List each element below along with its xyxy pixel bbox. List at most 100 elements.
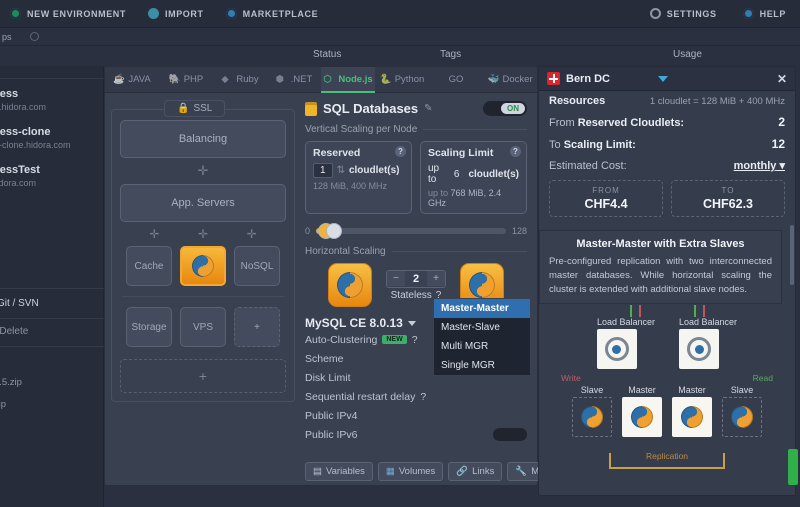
delete-label: Delete [0,326,28,337]
help-icon[interactable]: ? [395,146,406,157]
slider-track[interactable] [316,228,506,234]
ssl-label: SSL [193,103,212,114]
volumes-button[interactable]: ▦ Volumes [378,462,443,481]
variables-button[interactable]: ▤ Variables [305,462,373,481]
scrollbar[interactable] [790,225,794,285]
slider-knob-limit[interactable] [326,223,342,239]
balancing-node-button[interactable]: Balancing [120,120,286,158]
cost-from-value: CHF4.4 [555,197,657,211]
vertical-scaling-legend: Vertical Scaling per Node [305,124,527,135]
reserved-cloudlets-input[interactable]: 1 [313,163,333,178]
import-button[interactable]: IMPORT [148,8,204,19]
nodejs-icon: ⬡ [323,74,334,85]
marketplace-button[interactable]: MARKETPLACE [226,8,319,19]
tab-go[interactable]: GO [429,67,483,93]
tab-ruby[interactable]: ◆ Ruby [213,67,267,93]
docker-icon: 🐳 [487,74,498,85]
node-count-stepper[interactable]: − 2 + [386,270,446,288]
bern-dc-panel: Bern DC ✕ Resources 1 cloudlet = 128 MiB… [538,66,796,496]
tab-python[interactable]: 🐍 Python [375,67,429,93]
tab-java[interactable]: ☕ JAVA [105,67,159,93]
sql-databases-toggle[interactable]: ON [483,101,527,116]
mysql-icon [731,406,753,428]
add-between-icon[interactable]: ✛ [120,163,286,179]
from-reserved-label: Reserved Cloudlets: [578,117,684,129]
tab-nodejs[interactable]: ⬡ Node.js [321,67,375,93]
increment-button[interactable]: + [427,271,445,286]
help-icon[interactable]: ? [420,391,426,403]
period-select[interactable]: monthly ▾ [734,159,785,172]
chevron-down-icon [408,321,416,326]
import-label: IMPORT [165,9,204,19]
db-node-1[interactable] [328,263,372,307]
links-button[interactable]: 🔗 Links [448,462,502,481]
slave-node-left: Slave [572,385,612,437]
scaling-limit-card: Scaling Limit ? up to 6 cloudlet(s) up t… [420,141,527,214]
add-nosql-icon[interactable]: ✛ [247,227,257,241]
file-item[interactable]: s-4.5.zip [0,377,22,388]
settings-button[interactable]: SETTINGS [650,8,717,19]
read-label: Read [753,373,773,383]
add-cache-icon[interactable]: ✛ [149,227,159,241]
from-reserved-row: From Reserved Cloudlets: 2 [539,111,795,133]
decrement-button[interactable]: − [387,271,405,286]
to-limit-value: 12 [772,137,785,151]
public-ipv6-toggle[interactable] [493,428,527,441]
pencil-icon[interactable]: ✎ [424,103,432,114]
list-item[interactable]: dpress ress.hidora.com [0,88,104,112]
menu-item-single-mgr[interactable]: Single MGR [434,356,530,375]
node-label: Master [622,385,662,395]
master-node-left: Master [622,385,662,437]
help-button[interactable]: HELP [743,8,786,19]
from-prefix: From [549,117,575,129]
list-item[interactable]: dpress-clone ress-clone.hidora.com [0,126,104,150]
variables-label: Variables [326,466,365,477]
help-icon[interactable]: ? [510,146,521,157]
menu-item-master-slave[interactable]: Master-Slave [434,318,530,337]
git-svn-button[interactable]: ⑂ Git / SVN [0,298,39,309]
list-item[interactable]: dpressTest st.hidora.com [0,164,104,188]
tab-docker[interactable]: 🐳 Docker [483,67,537,93]
cache-node-button[interactable]: Cache [126,246,172,286]
add-layer-button[interactable]: + [120,359,286,393]
node-count-value: 2 [405,271,427,287]
refresh-icon[interactable] [30,32,39,41]
new-environment-button[interactable]: NEW ENVIRONMENT [10,8,126,19]
nosql-node-button[interactable]: NoSQL [234,246,280,286]
ssl-toggle[interactable]: 🔒 SSL [164,100,225,117]
menu-item-master-master[interactable]: Master-Master [434,299,530,318]
scheme-tooltip: Master-Master with Extra Slaves Pre-conf… [539,230,782,304]
delete-button[interactable]: ✖ Delete [0,326,28,337]
app-servers-node-button[interactable]: App. Servers [120,184,286,222]
cost-to-value: CHF62.3 [677,197,779,211]
tab-dotnet[interactable]: ⬢ .NET [267,67,321,93]
public-ipv6-label: Public IPv6 [305,429,358,441]
environment-url: ress.hidora.com [0,102,104,112]
row-sequential-restart-delay: Sequential restart delay ? [305,387,527,406]
reserved-title: Reserved [313,147,404,159]
file-item[interactable]: d.zip [0,399,6,410]
tab-php[interactable]: 🐘 PHP [159,67,213,93]
help-icon[interactable]: ? [412,334,418,346]
nginx-icon [605,337,629,361]
top-navigation-bar: NEW ENVIRONMENT IMPORT MARKETPLACE SETTI… [0,0,800,28]
cloudlet-slider[interactable]: 0 128 [305,226,527,236]
app-servers-label: App. Servers [171,197,235,209]
scaling-limit-input[interactable]: 6 [449,169,465,180]
vps-node-button[interactable]: VPS [180,307,226,347]
ruby-icon: ◆ [221,74,232,85]
menu-item-multi-mgr[interactable]: Multi MGR [434,337,530,356]
add-node-button[interactable]: + [234,307,280,347]
close-icon[interactable]: ✕ [777,72,787,86]
scheme-dropdown-menu[interactable]: Master-Master Master-Slave Multi MGR Sin… [433,298,531,376]
chevron-down-icon[interactable] [658,76,668,82]
sql-database-node-button[interactable] [180,246,226,286]
node-label: Slave [722,385,762,395]
page-title: SQL Databases [323,101,418,116]
settings-label: SETTINGS [667,9,717,19]
resources-label: Resources [549,95,605,107]
storage-node-button[interactable]: Storage [126,307,172,347]
vertical-scaling-label: Vertical Scaling per Node [305,124,417,135]
cache-label: Cache [135,261,164,272]
add-db-icon[interactable]: ✛ [198,227,208,241]
